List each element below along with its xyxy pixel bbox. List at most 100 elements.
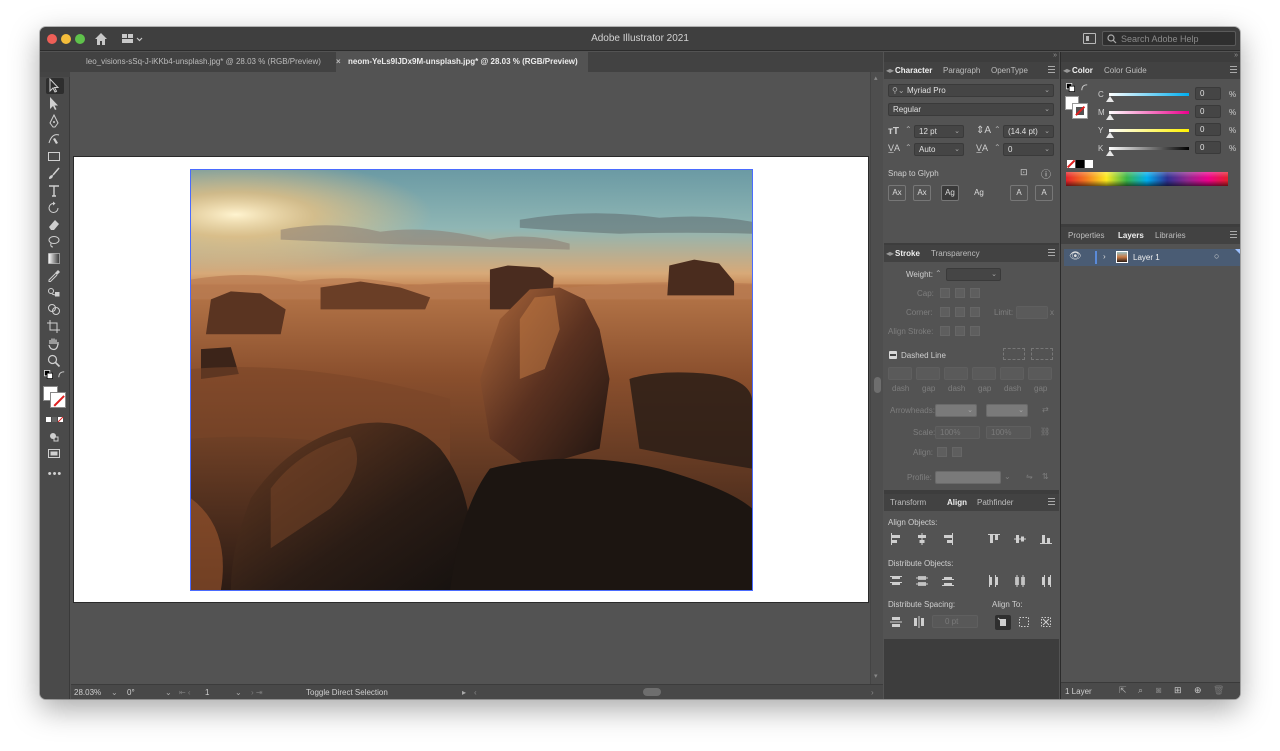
bevel-join-icon[interactable]: [970, 307, 980, 317]
profile-dropdown-icon[interactable]: ⌄: [1004, 472, 1011, 481]
collapse-dock-icon[interactable]: »: [1053, 52, 1057, 59]
snap-xheight-icon[interactable]: Ax: [913, 185, 931, 201]
profile-select[interactable]: [935, 471, 1001, 484]
tab-transform[interactable]: Transform: [890, 498, 926, 507]
rotation-dropdown-icon[interactable]: ⌄: [165, 688, 172, 697]
eraser-tool-icon[interactable]: [46, 217, 64, 233]
help-search-input[interactable]: Search Adobe Help: [1102, 31, 1236, 46]
screen-mode-icon[interactable]: [46, 446, 64, 462]
artboard-tool-icon[interactable]: [46, 319, 64, 335]
tab-align[interactable]: Align: [947, 498, 967, 507]
horizontal-align-left-icon[interactable]: [890, 533, 902, 545]
shape-builder-tool-icon[interactable]: [46, 302, 64, 318]
hand-tool-icon[interactable]: [46, 336, 64, 352]
butt-cap-icon[interactable]: [940, 288, 950, 298]
toolbar-grip[interactable]: [40, 72, 70, 77]
artboard[interactable]: [73, 156, 869, 603]
font-style-field[interactable]: Regular ⌄: [888, 103, 1054, 116]
glyph-snapping-options-icon[interactable]: ⊡: [1020, 167, 1028, 178]
horizontal-distribute-left-icon[interactable]: [988, 575, 1000, 587]
fill-stroke-swatch-icon[interactable]: [43, 384, 69, 410]
dash-field-3[interactable]: [1000, 367, 1024, 380]
scroll-left-icon[interactable]: ‹: [474, 688, 477, 697]
layer-name[interactable]: Layer 1: [1133, 253, 1160, 262]
link-scale-icon[interactable]: ⛓: [1040, 427, 1050, 436]
spacing-field[interactable]: 0 pt: [932, 615, 978, 628]
close-tab-icon[interactable]: ×: [336, 57, 344, 66]
snap-glyph-bounds-icon[interactable]: Ag: [941, 185, 959, 201]
type-tool-icon[interactable]: [46, 183, 64, 199]
horizontal-distribute-right-icon[interactable]: [1040, 575, 1052, 587]
tab-character[interactable]: Character: [895, 66, 932, 75]
document-tab-2[interactable]: × neom-YeLs9lJDx9M-unsplash.jpg* @ 28.03 …: [336, 52, 588, 72]
horizontal-distribute-center-icon[interactable]: [1014, 575, 1026, 587]
snap-angular-guides-icon[interactable]: A: [1010, 185, 1028, 201]
align-to-selection-icon[interactable]: [995, 615, 1011, 630]
magenta-slider[interactable]: [1109, 111, 1189, 114]
panel-menu-icon[interactable]: [1048, 498, 1055, 505]
gradient-tool-icon[interactable]: [46, 251, 64, 267]
collapse-dock-icon[interactable]: »: [1234, 52, 1238, 59]
edit-toolbar-icon[interactable]: •••: [46, 468, 64, 484]
paintbrush-tool-icon[interactable]: [46, 166, 64, 182]
dash-align-corners-icon[interactable]: [1031, 348, 1053, 360]
kerning-stepper-icon[interactable]: ⌃: [905, 143, 912, 152]
vertical-distribute-space-icon[interactable]: [890, 616, 902, 628]
eyedropper-tool-icon[interactable]: [46, 268, 64, 284]
dashed-line-checkbox[interactable]: [889, 351, 897, 359]
info-icon[interactable]: ⓘ: [1041, 166, 1051, 181]
vertical-align-top-icon[interactable]: [988, 533, 1000, 545]
color-mode-icons[interactable]: [46, 416, 64, 424]
direct-selection-tool-icon[interactable]: [46, 96, 64, 112]
dash-preserve-icon[interactable]: [1003, 348, 1025, 360]
zoom-dropdown-icon[interactable]: ⌄: [111, 688, 118, 697]
dash-field-2[interactable]: [944, 367, 968, 380]
desert-rock-photo[interactable]: [190, 169, 753, 591]
gap-field-1[interactable]: [916, 367, 940, 380]
cyan-slider-knob[interactable]: [1106, 96, 1114, 102]
pen-tool-icon[interactable]: [46, 113, 64, 130]
tab-color[interactable]: Color: [1072, 66, 1093, 75]
panel-collapse-icon[interactable]: ◂▸: [886, 249, 894, 258]
vertical-align-center-icon[interactable]: [1014, 533, 1026, 545]
rotate-tool-icon[interactable]: [46, 200, 64, 216]
limit-field[interactable]: [1016, 306, 1048, 319]
align-to-key-object-icon[interactable]: [1018, 616, 1030, 628]
lasso-tool-icon[interactable]: [46, 234, 64, 250]
fill-stroke-swatch[interactable]: [1065, 96, 1089, 120]
delete-layer-icon[interactable]: 🗑: [1213, 685, 1224, 696]
tab-stroke[interactable]: Stroke: [895, 249, 920, 258]
vertical-distribute-top-icon[interactable]: [890, 575, 902, 587]
color-spectrum-bar[interactable]: [1066, 172, 1228, 186]
artboard-dropdown-icon[interactable]: ⌄: [235, 688, 242, 697]
magenta-slider-knob[interactable]: [1106, 114, 1114, 120]
none-swatch[interactable]: [1066, 159, 1076, 168]
cyan-field[interactable]: 0: [1195, 87, 1221, 100]
status-menu-icon[interactable]: ▸: [462, 688, 466, 697]
align-stroke-outside-icon[interactable]: [970, 326, 980, 336]
panel-collapse-icon[interactable]: ◂▸: [886, 66, 894, 75]
tab-opentype[interactable]: OpenType: [991, 66, 1028, 75]
cyan-slider[interactable]: [1109, 93, 1189, 96]
align-stroke-inside-icon[interactable]: [955, 326, 965, 336]
status-text[interactable]: Toggle Direct Selection: [306, 688, 388, 697]
flip-along-icon[interactable]: ⇋: [1026, 472, 1033, 481]
tracking-stepper-icon[interactable]: ⌃: [994, 143, 1001, 152]
selection-tool-icon[interactable]: [46, 77, 64, 94]
layer-row[interactable]: 👁 › Layer 1 ○: [1064, 249, 1240, 266]
draw-mode-icon[interactable]: [46, 429, 64, 445]
vertical-align-bottom-icon[interactable]: [1040, 533, 1052, 545]
rotation-value[interactable]: 0°: [127, 688, 135, 697]
round-join-icon[interactable]: [955, 307, 965, 317]
zoom-level[interactable]: 28.03%: [74, 688, 101, 697]
gap-field-3[interactable]: [1028, 367, 1052, 380]
panel-menu-icon[interactable]: [1048, 66, 1055, 73]
tracking-field[interactable]: 0 ⌄: [1003, 143, 1054, 156]
blend-tool-icon[interactable]: [46, 285, 64, 301]
tab-transparency[interactable]: Transparency: [931, 249, 980, 258]
zoom-tool-icon[interactable]: [46, 353, 64, 369]
default-fill-stroke-icon[interactable]: [1066, 83, 1075, 92]
visibility-eye-icon[interactable]: 👁: [1069, 251, 1082, 262]
gap-field-2[interactable]: [972, 367, 996, 380]
tab-libraries[interactable]: Libraries: [1155, 231, 1186, 240]
